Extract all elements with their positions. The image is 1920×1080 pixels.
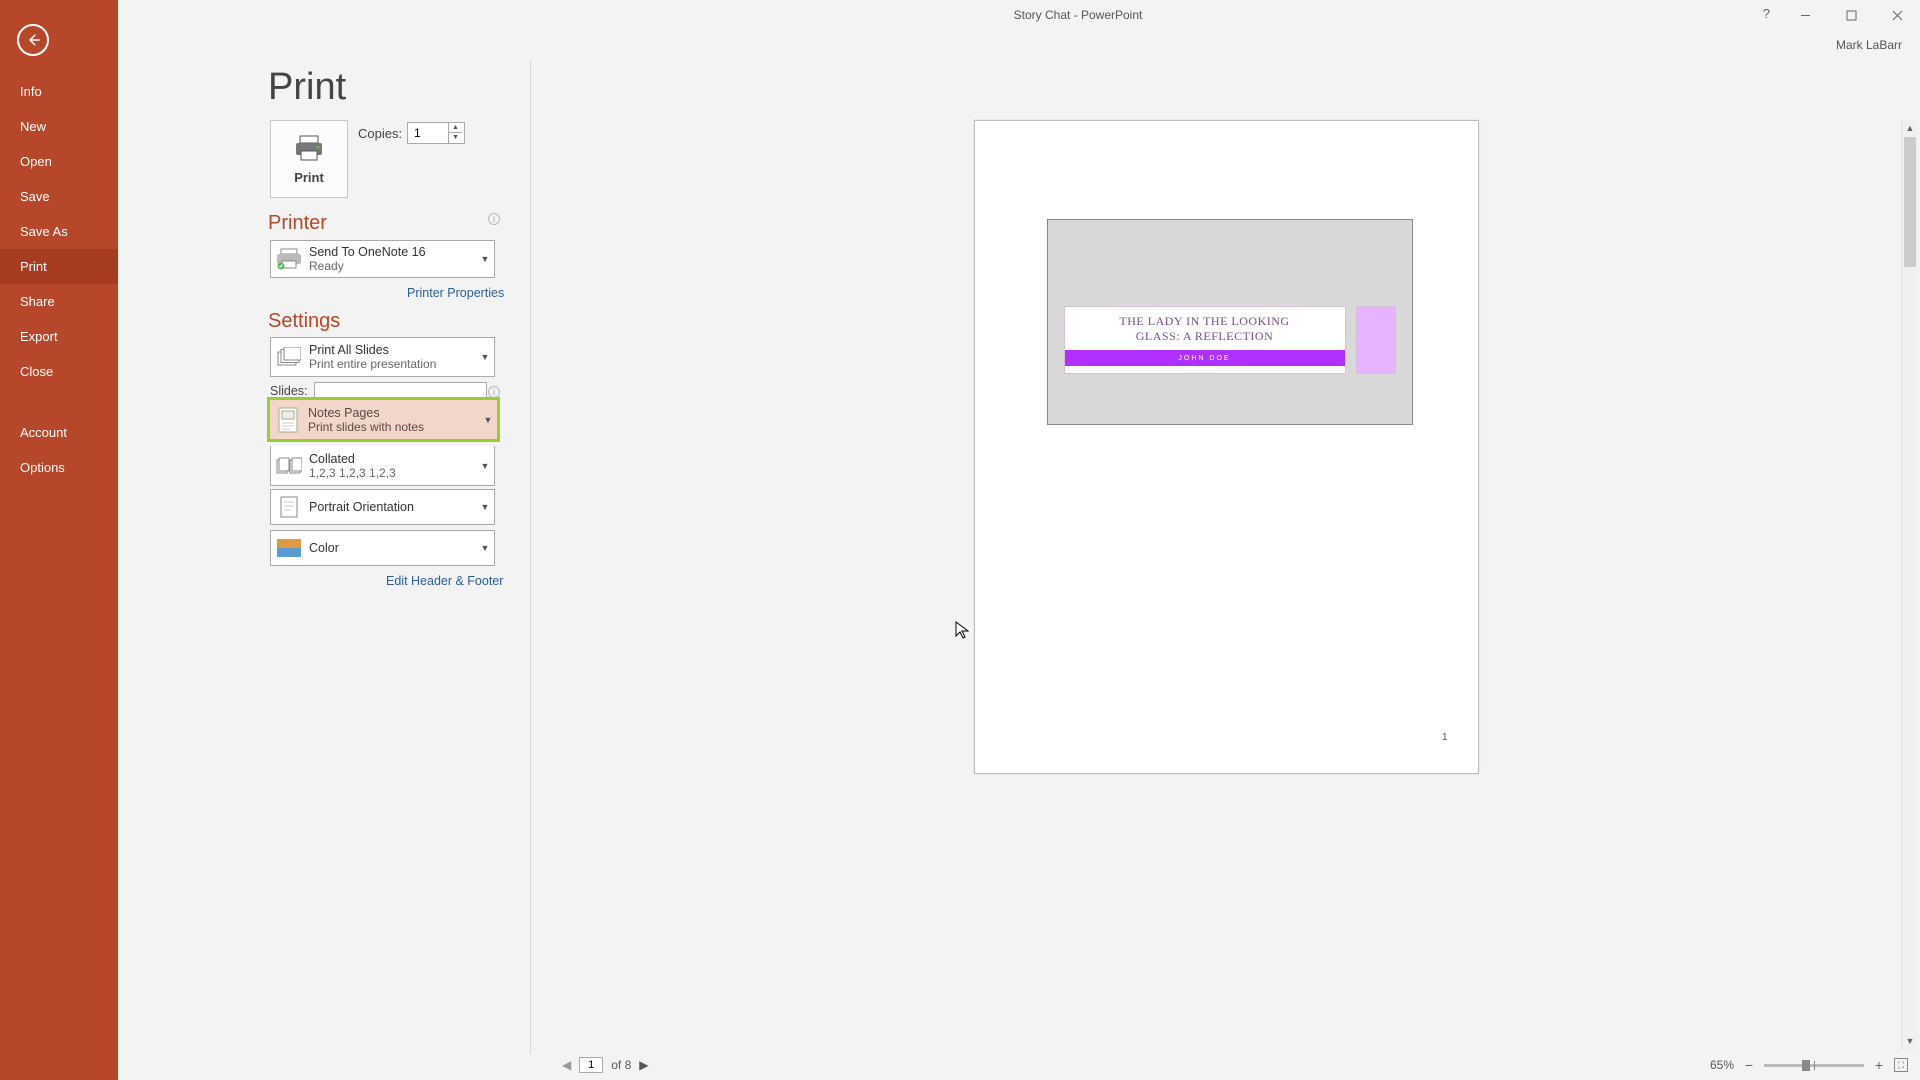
chevron-down-icon: ▼ [479, 415, 497, 425]
preview-scrollbar[interactable]: ▲ ▼ [1901, 120, 1918, 1050]
chevron-down-icon: ▼ [476, 254, 494, 264]
preview-page: THE LADY IN THE LOOKING GLASS: A REFLECT… [974, 120, 1479, 774]
zoom-in-button[interactable]: + [1872, 1057, 1886, 1073]
slide-title-line2: GLASS: A REFLECTION [1136, 329, 1274, 344]
print-layout-line2: Print slides with notes [308, 420, 477, 434]
preview-footer: ◀ of 8 ▶ 65% − + ⛶ [554, 1054, 1920, 1076]
sidebar-item-account[interactable]: Account [0, 415, 118, 450]
slide-side-box [1356, 306, 1396, 374]
scroll-down-icon[interactable]: ▼ [1902, 1033, 1918, 1050]
sidebar-item-share[interactable]: Share [0, 284, 118, 319]
user-name[interactable]: Mark LaBarr [1836, 38, 1902, 52]
scroll-up-icon[interactable]: ▲ [1902, 120, 1918, 137]
scroll-thumb[interactable] [1904, 137, 1916, 267]
printer-properties-link[interactable]: Printer Properties [407, 286, 504, 300]
window-title: Story Chat - PowerPoint [1014, 8, 1143, 22]
sidebar-item-export[interactable]: Export [0, 319, 118, 354]
orientation-value: Portrait Orientation [309, 500, 474, 514]
sidebar-item-info[interactable]: Info [0, 74, 118, 109]
slide-title-line1: THE LADY IN THE LOOKING [1119, 314, 1289, 329]
printer-info-icon[interactable]: i [488, 213, 500, 225]
printer-icon [293, 134, 325, 162]
sidebar-item-close[interactable]: Close [0, 354, 118, 389]
collate-dropdown[interactable]: Collated 1,2,3 1,2,3 1,2,3 ▼ [270, 446, 495, 486]
slide-thumbnail: THE LADY IN THE LOOKING GLASS: A REFLECT… [1047, 219, 1413, 425]
color-dropdown[interactable]: Color ▼ [270, 530, 495, 566]
print-what-line1: Print All Slides [309, 343, 474, 357]
sidebar-item-new[interactable]: New [0, 109, 118, 144]
zoom-fit-button[interactable]: ⛶ [1894, 1058, 1908, 1072]
printer-dropdown[interactable]: Send To OneNote 16 Ready ▼ [270, 240, 495, 278]
sidebar-item-open[interactable]: Open [0, 144, 118, 179]
current-page-input[interactable] [579, 1057, 603, 1073]
print-button[interactable]: Print [270, 120, 348, 198]
color-value: Color [309, 541, 474, 555]
back-button[interactable] [17, 24, 49, 56]
sidebar-item-saveas[interactable]: Save As [0, 214, 118, 249]
settings-section-header: Settings [268, 310, 340, 333]
printer-device-icon [271, 248, 307, 270]
sidebar-item-print[interactable]: Print [0, 249, 118, 284]
vertical-divider [530, 60, 531, 1054]
next-page-button[interactable]: ▶ [639, 1058, 648, 1072]
zoom-level: 65% [1710, 1058, 1734, 1072]
print-button-label: Print [294, 170, 324, 185]
slide-subtitle: JOHN DOE [1065, 350, 1345, 366]
close-button[interactable] [1874, 0, 1920, 30]
copies-input[interactable] [408, 126, 448, 140]
copies-step-up[interactable]: ▲ [449, 123, 462, 133]
print-what-line2: Print entire presentation [309, 357, 474, 371]
zoom-slider[interactable] [1764, 1064, 1864, 1067]
collate-icon [271, 456, 307, 476]
printer-name: Send To OneNote 16 [309, 245, 474, 259]
chevron-down-icon: ▼ [476, 543, 494, 553]
prev-page-button[interactable]: ◀ [562, 1058, 571, 1072]
notes-page-icon [270, 407, 306, 433]
chevron-down-icon: ▼ [476, 461, 494, 471]
print-preview: THE LADY IN THE LOOKING GLASS: A REFLECT… [554, 120, 1898, 1050]
copies-label: Copies: [358, 126, 402, 141]
chevron-down-icon: ▼ [476, 502, 494, 512]
collate-line1: Collated [309, 452, 474, 466]
orientation-dropdown[interactable]: Portrait Orientation ▼ [270, 489, 495, 525]
chevron-down-icon: ▼ [476, 352, 494, 362]
help-icon[interactable]: ? [1763, 6, 1770, 21]
maximize-button[interactable] [1828, 0, 1874, 30]
page-title: Print [268, 66, 346, 109]
sidebar-item-save[interactable]: Save [0, 179, 118, 214]
backstage-sidebar: Info New Open Save Save As Print Share E… [0, 0, 118, 1080]
sidebar-item-options[interactable]: Options [0, 450, 118, 485]
zoom-out-button[interactable]: − [1742, 1057, 1756, 1073]
collate-line2: 1,2,3 1,2,3 1,2,3 [309, 466, 474, 480]
printer-status: Ready [309, 259, 474, 273]
printer-section-header: Printer [268, 212, 327, 235]
edit-header-footer-link[interactable]: Edit Header & Footer [386, 574, 503, 588]
print-layout-dropdown[interactable]: Notes Pages Print slides with notes ▼ [267, 397, 500, 442]
title-bar: Story Chat - PowerPoint ? [236, 0, 1920, 30]
copies-step-down[interactable]: ▼ [449, 133, 462, 143]
copies-stepper[interactable]: ▲ ▼ [407, 122, 465, 144]
color-swatch-icon [271, 539, 307, 557]
slides-stack-icon [271, 347, 307, 367]
print-what-dropdown[interactable]: Print All Slides Print entire presentati… [270, 337, 495, 377]
total-pages-label: of 8 [611, 1058, 631, 1072]
slides-label: Slides: [270, 384, 308, 398]
minimize-button[interactable] [1782, 0, 1828, 30]
backstage-main: Story Chat - PowerPoint ? Mark LaBarr Pr… [118, 0, 1920, 1080]
print-layout-line1: Notes Pages [308, 406, 477, 420]
portrait-icon [271, 496, 307, 518]
preview-page-number: 1 [1442, 732, 1448, 743]
